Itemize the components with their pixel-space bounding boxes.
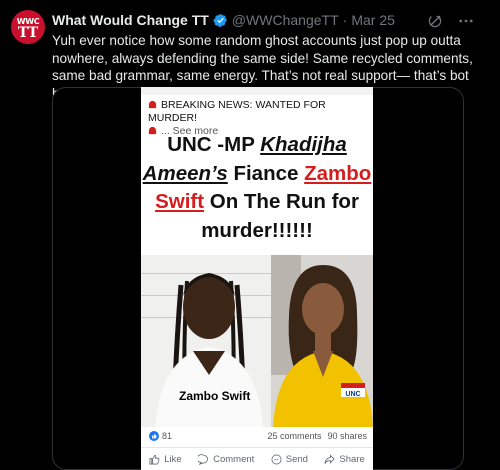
share-action: Share bbox=[324, 453, 365, 465]
post-action-bar: Like Comment Send Share bbox=[141, 447, 373, 470]
comment-bubble-icon bbox=[198, 453, 209, 465]
send-label: Send bbox=[285, 453, 308, 465]
reactions-row: 81 25 comments 90 shares bbox=[141, 427, 373, 447]
mp-photo: UNC bbox=[271, 255, 373, 427]
shares-count: 90 shares bbox=[327, 431, 367, 441]
post-caption-text: BREAKING NEWS: WANTED FOR MURDER! bbox=[148, 99, 326, 124]
verified-badge-icon bbox=[213, 13, 227, 27]
comment-label: Comment bbox=[213, 453, 255, 465]
svg-text:UNC: UNC bbox=[345, 391, 360, 398]
comments-count: 25 comments bbox=[267, 431, 322, 441]
separator-dot: · bbox=[342, 12, 348, 28]
more-options-icon[interactable] bbox=[457, 12, 475, 30]
display-name[interactable]: What Would Change TT bbox=[52, 12, 209, 28]
avatar-text-bottom: TT bbox=[17, 25, 39, 41]
siren-icon bbox=[148, 100, 157, 109]
headline-part-3: Fiance bbox=[227, 161, 305, 185]
like-action: Like bbox=[149, 453, 182, 465]
avatar[interactable]: WWC TT bbox=[11, 10, 45, 44]
like-count: 81 bbox=[162, 431, 173, 441]
engagement-counts: 25 comments 90 shares bbox=[267, 431, 367, 441]
messenger-icon bbox=[271, 454, 282, 464]
handle[interactable]: @WWChangeTT bbox=[232, 12, 339, 28]
like-reaction-icon bbox=[149, 431, 159, 441]
send-action: Send bbox=[271, 454, 308, 465]
embedded-post-image: BREAKING NEWS: WANTED FOR MURDER! ... Se… bbox=[141, 87, 373, 470]
post-top-strip bbox=[141, 87, 373, 95]
tweet-date[interactable]: Mar 25 bbox=[351, 12, 395, 28]
comment-action: Comment bbox=[198, 454, 254, 465]
grok-icon[interactable] bbox=[426, 12, 444, 30]
photo-name-tag: Zambo Swift bbox=[179, 389, 251, 403]
headline-part-1: UNC -MP bbox=[167, 133, 261, 156]
tweet-header: What Would Change TT @WWChangeTT · Mar 2… bbox=[52, 10, 395, 30]
like-label: Like bbox=[164, 453, 182, 465]
share-label: Share bbox=[339, 453, 365, 465]
share-arrow-icon bbox=[324, 453, 336, 464]
headline-part-5: On The Run for murder!!!!!! bbox=[201, 190, 359, 242]
post-headline: UNC -MP Khadijha Ameen’s Fiance Zambo Sw… bbox=[141, 131, 373, 245]
thumbs-up-icon bbox=[149, 454, 160, 464]
